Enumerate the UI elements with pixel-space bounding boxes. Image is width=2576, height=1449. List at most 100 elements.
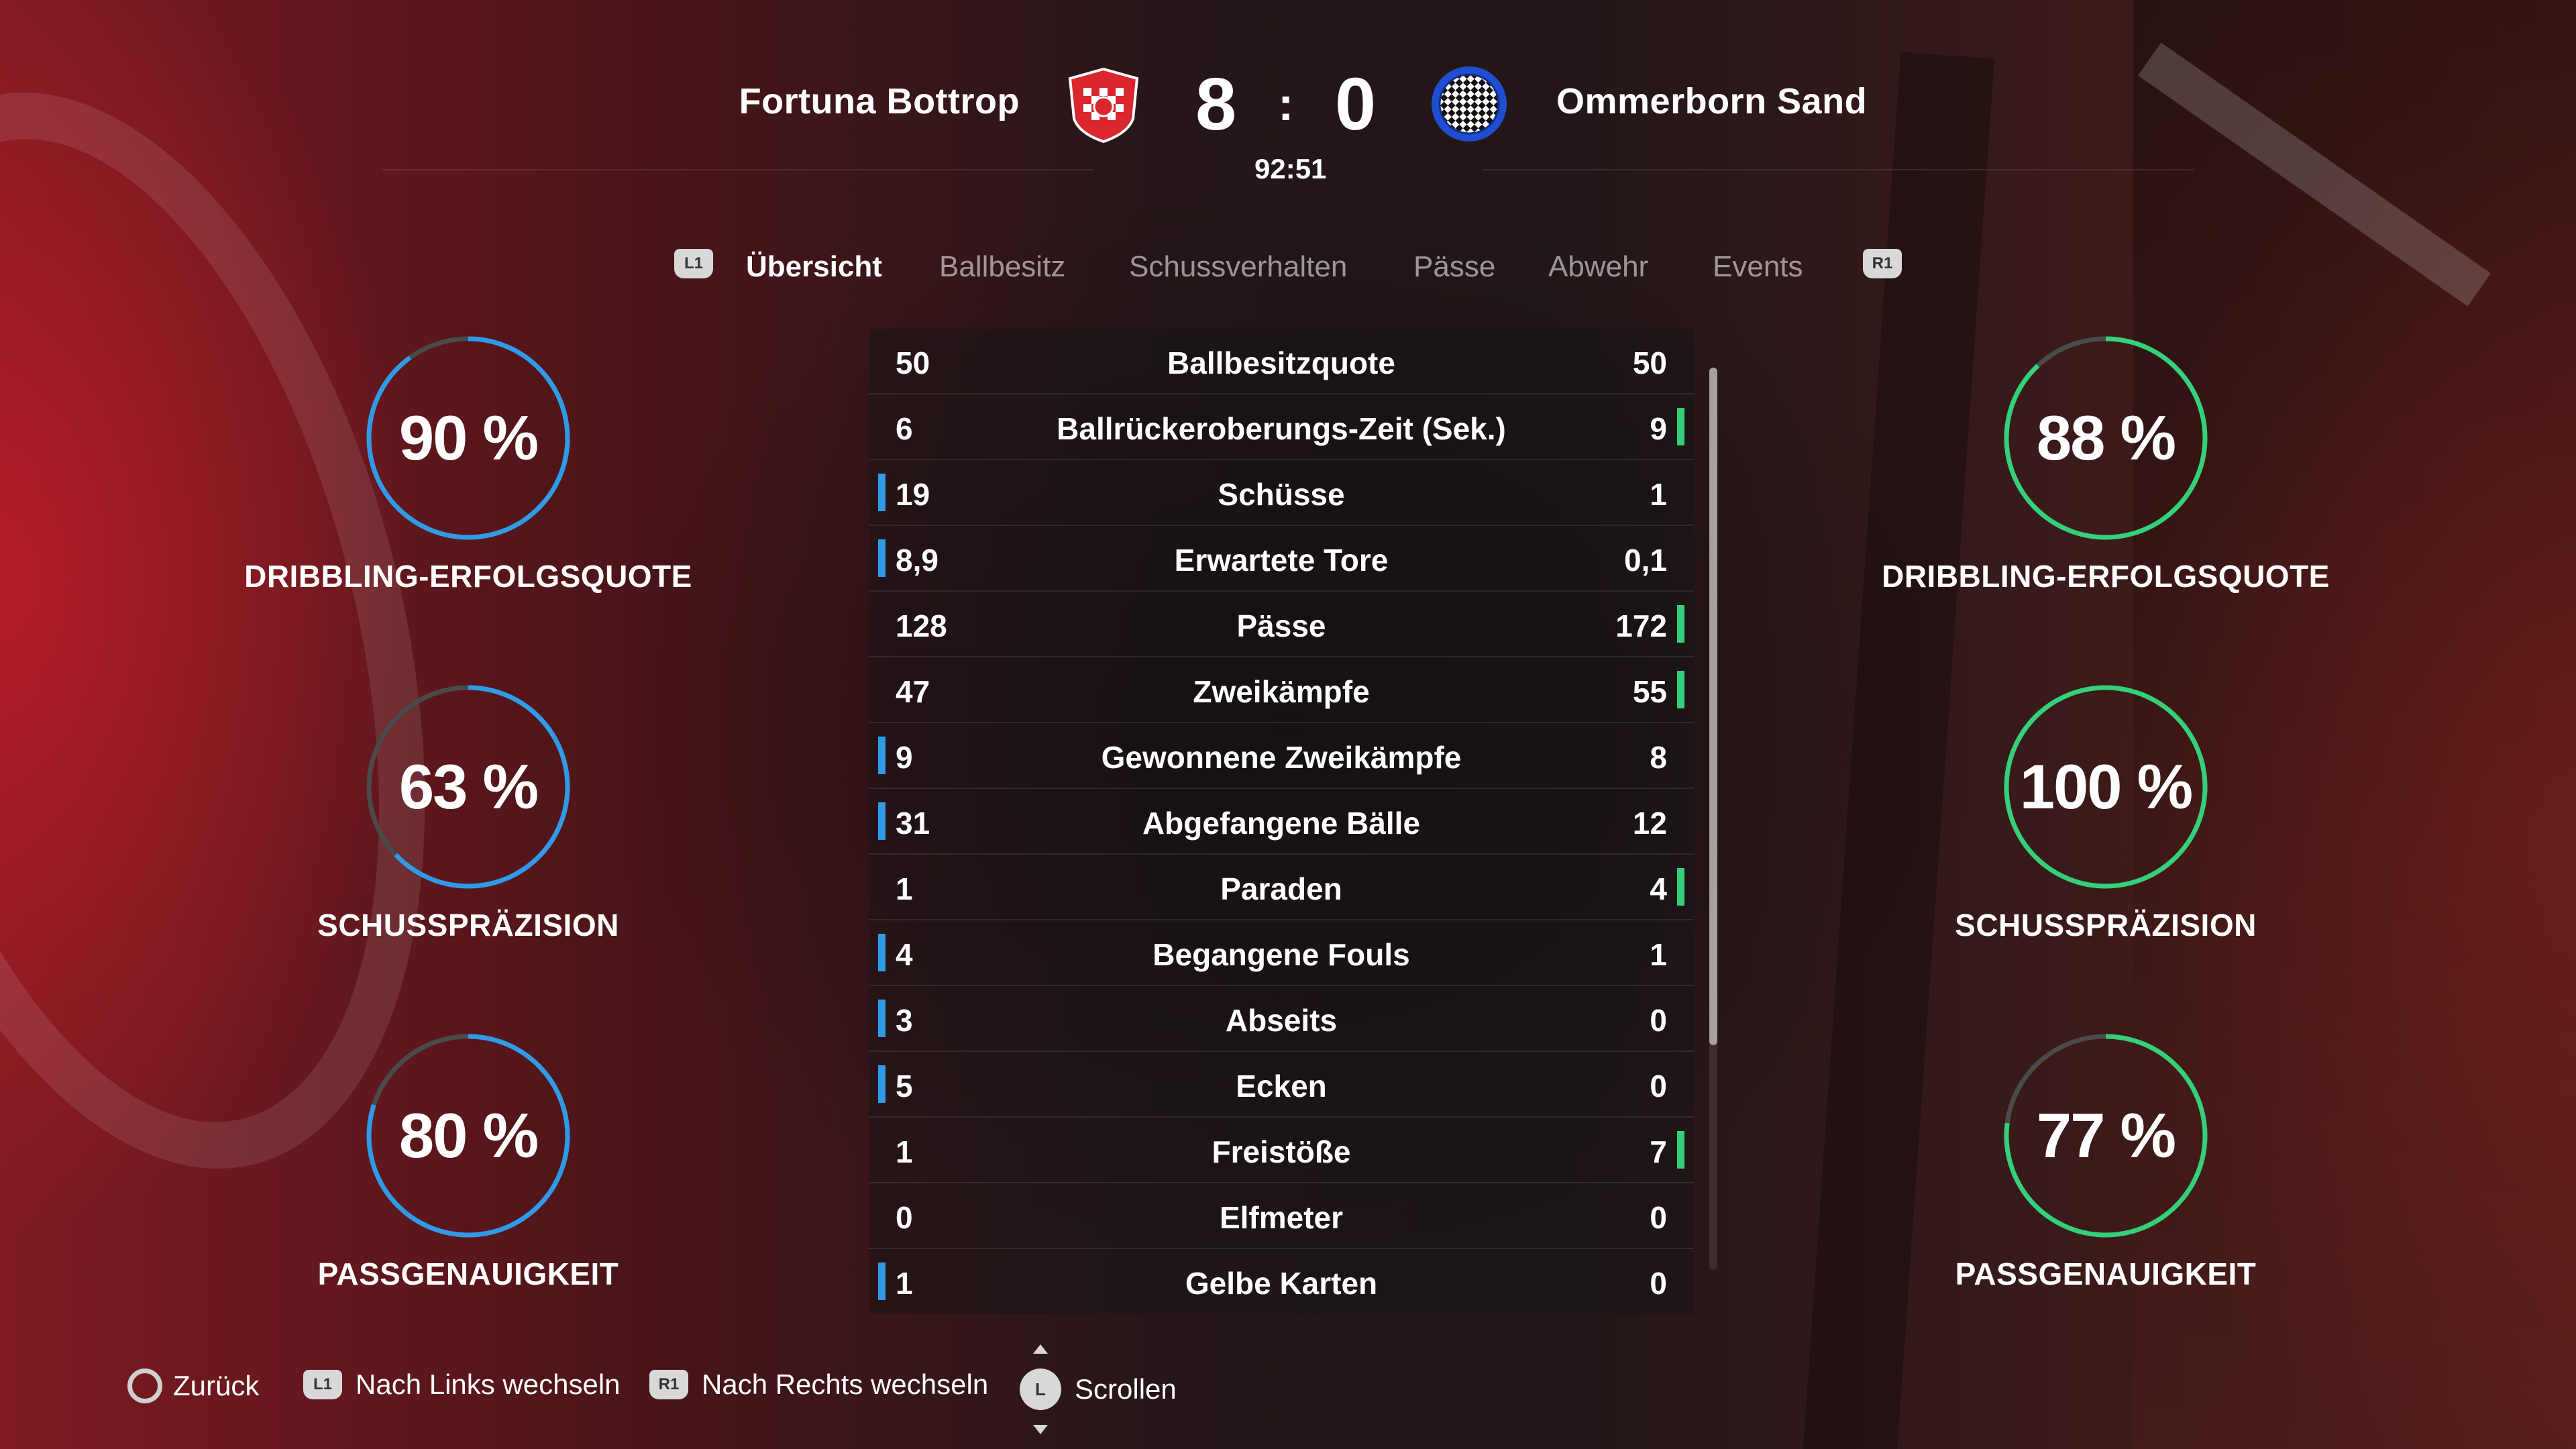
away-stat-value: 7	[1650, 1134, 1667, 1169]
tab-paesse[interactable]: Pässe	[1413, 250, 1495, 284]
away-dribbling-success: 88 % DRIBBLING-ERFOLGSQUOTE	[1871, 334, 2341, 594]
away-stat-value: 50	[1632, 345, 1667, 380]
away-stat-value: 0	[1650, 1003, 1667, 1038]
away-stat-value: 8	[1650, 740, 1667, 775]
tab-events[interactable]: Events	[1713, 250, 1803, 284]
home-leader-bar	[878, 1000, 885, 1037]
stat-label: Schüsse	[1218, 477, 1345, 512]
home-stat-value: 31	[896, 806, 930, 841]
away-stat-value: 0,1	[1624, 543, 1667, 578]
tab-ballbesitz[interactable]: Ballbesitz	[939, 250, 1065, 284]
tab-schussverhalten[interactable]: Schussverhalten	[1129, 250, 1347, 284]
ring-label: SCHUSSPRÄZISION	[317, 908, 619, 943]
stat-row: 47 Zweikämpfe 55	[869, 657, 1694, 723]
home-stat-value: 3	[896, 1003, 913, 1038]
home-pass-accuracy: 80 % PASSGENAUIGKEIT	[233, 1032, 703, 1292]
ring-label: PASSGENAUIGKEIT	[1955, 1256, 2257, 1291]
stat-row: 1 Gelbe Karten 0	[869, 1249, 1694, 1313]
stat-label: Begangene Fouls	[1152, 937, 1410, 972]
away-stat-value: 172	[1615, 608, 1667, 643]
progress-ring: 88 %	[2002, 334, 2210, 542]
stat-row: 19 Schüsse 1	[869, 460, 1694, 526]
switch-left-label: Nach Links wechseln	[356, 1368, 621, 1400]
away-leader-bar	[1677, 408, 1684, 445]
home-leader-bar	[878, 802, 885, 840]
away-leader-bar	[1677, 1131, 1684, 1169]
stat-row: 0 Elfmeter 0	[869, 1183, 1694, 1249]
away-leader-bar	[1677, 671, 1684, 708]
tab-uebersicht[interactable]: Übersicht	[746, 250, 882, 284]
home-stat-value: 1	[896, 1134, 913, 1169]
match-stats-table[interactable]: 50 Ballbesitzquote 50 6 Ballrückeroberun…	[869, 329, 1694, 1315]
circle-button-icon	[127, 1368, 162, 1403]
stat-label: Abgefangene Bälle	[1142, 806, 1421, 841]
stat-row: 3 Abseits 0	[869, 986, 1694, 1052]
home-stat-value: 47	[896, 674, 930, 709]
stat-label: Gelbe Karten	[1185, 1266, 1378, 1301]
progress-ring: 100 %	[2002, 683, 2210, 891]
away-shot-accuracy: 100 % SCHUSSPRÄZISION	[1871, 683, 2341, 943]
home-stat-value: 128	[896, 608, 947, 643]
away-score: 0	[1335, 63, 1377, 146]
stat-row: 31 Abgefangene Bälle 12	[869, 789, 1694, 855]
switch-right-label: Nach Rechts wechseln	[702, 1368, 989, 1400]
ring-label: PASSGENAUIGKEIT	[317, 1256, 619, 1291]
stat-label: Pässe	[1236, 608, 1326, 643]
away-stat-value: 9	[1650, 411, 1667, 446]
away-stat-value: 1	[1650, 477, 1667, 512]
home-leader-bar	[878, 737, 885, 774]
home-stat-value: 19	[896, 477, 930, 512]
away-leader-bar	[1677, 868, 1684, 906]
r1-button-icon: R1	[649, 1370, 688, 1399]
ring-value: 100 %	[2019, 751, 2194, 822]
scrollbar-thumb[interactable]	[1709, 368, 1717, 1045]
stat-row: 5 Ecken 0	[869, 1052, 1694, 1118]
progress-ring: 63 %	[364, 683, 572, 891]
score-separator: :	[1278, 78, 1294, 130]
away-stat-value: 0	[1650, 1266, 1667, 1301]
stat-label: Paraden	[1220, 871, 1342, 906]
l1-button-icon: L1	[303, 1370, 342, 1399]
home-stat-value: 50	[896, 345, 930, 380]
header-divider-left	[382, 169, 1093, 170]
home-leader-bar	[878, 1263, 885, 1300]
progress-ring: 77 %	[2002, 1032, 2210, 1240]
stat-row: 9 Gewonnene Zweikämpfe 8	[869, 723, 1694, 789]
stat-row: 6 Ballrückeroberungs-Zeit (Sek.) 9	[869, 394, 1694, 460]
l1-shoulder-icon[interactable]: L1	[674, 249, 713, 278]
away-stat-value: 55	[1632, 674, 1667, 709]
switch-right-hint[interactable]: R1 Nach Rechts wechseln	[649, 1368, 988, 1401]
back-hint[interactable]: Zurück	[127, 1368, 259, 1403]
ring-label: SCHUSSPRÄZISION	[1955, 908, 2257, 943]
stat-label: Gewonnene Zweikämpfe	[1101, 740, 1462, 775]
away-stat-value: 0	[1650, 1200, 1667, 1235]
away-stat-value: 0	[1650, 1069, 1667, 1104]
home-score: 8	[1195, 63, 1237, 146]
stat-label: Elfmeter	[1219, 1200, 1344, 1235]
switch-left-hint[interactable]: L1 Nach Links wechseln	[303, 1368, 621, 1401]
ring-value: 88 %	[2036, 402, 2176, 473]
stats-scrollbar[interactable]	[1709, 368, 1717, 1270]
home-leader-bar	[878, 539, 885, 577]
home-team-crest-icon	[1068, 67, 1139, 144]
stat-row: 128 Pässe 172	[869, 592, 1694, 657]
stat-label: Ballbesitzquote	[1167, 345, 1395, 380]
home-dribbling-success: 90 % DRIBBLING-ERFOLGSQUOTE	[233, 334, 703, 594]
away-team-crest-icon	[1432, 66, 1507, 142]
home-leader-bar	[878, 934, 885, 971]
ring-value: 80 %	[398, 1100, 539, 1171]
stat-label: Freistöße	[1212, 1134, 1351, 1169]
stat-row: 1 Paraden 4	[869, 855, 1694, 920]
home-leader-bar	[878, 474, 885, 511]
home-stat-value: 6	[896, 411, 913, 446]
tab-abwehr[interactable]: Abwehr	[1548, 250, 1648, 284]
home-leader-bar	[878, 1065, 885, 1103]
away-leader-bar	[1677, 605, 1684, 643]
away-stat-value: 4	[1650, 871, 1667, 906]
scroll-hint[interactable]: L Scrollen	[1020, 1344, 1177, 1434]
home-stat-value: 5	[896, 1069, 913, 1104]
ring-value: 77 %	[2036, 1100, 2176, 1171]
r1-shoulder-icon[interactable]: R1	[1863, 249, 1902, 278]
stat-label: Erwartete Tore	[1174, 543, 1389, 578]
left-stick-icon: L	[1020, 1344, 1061, 1434]
